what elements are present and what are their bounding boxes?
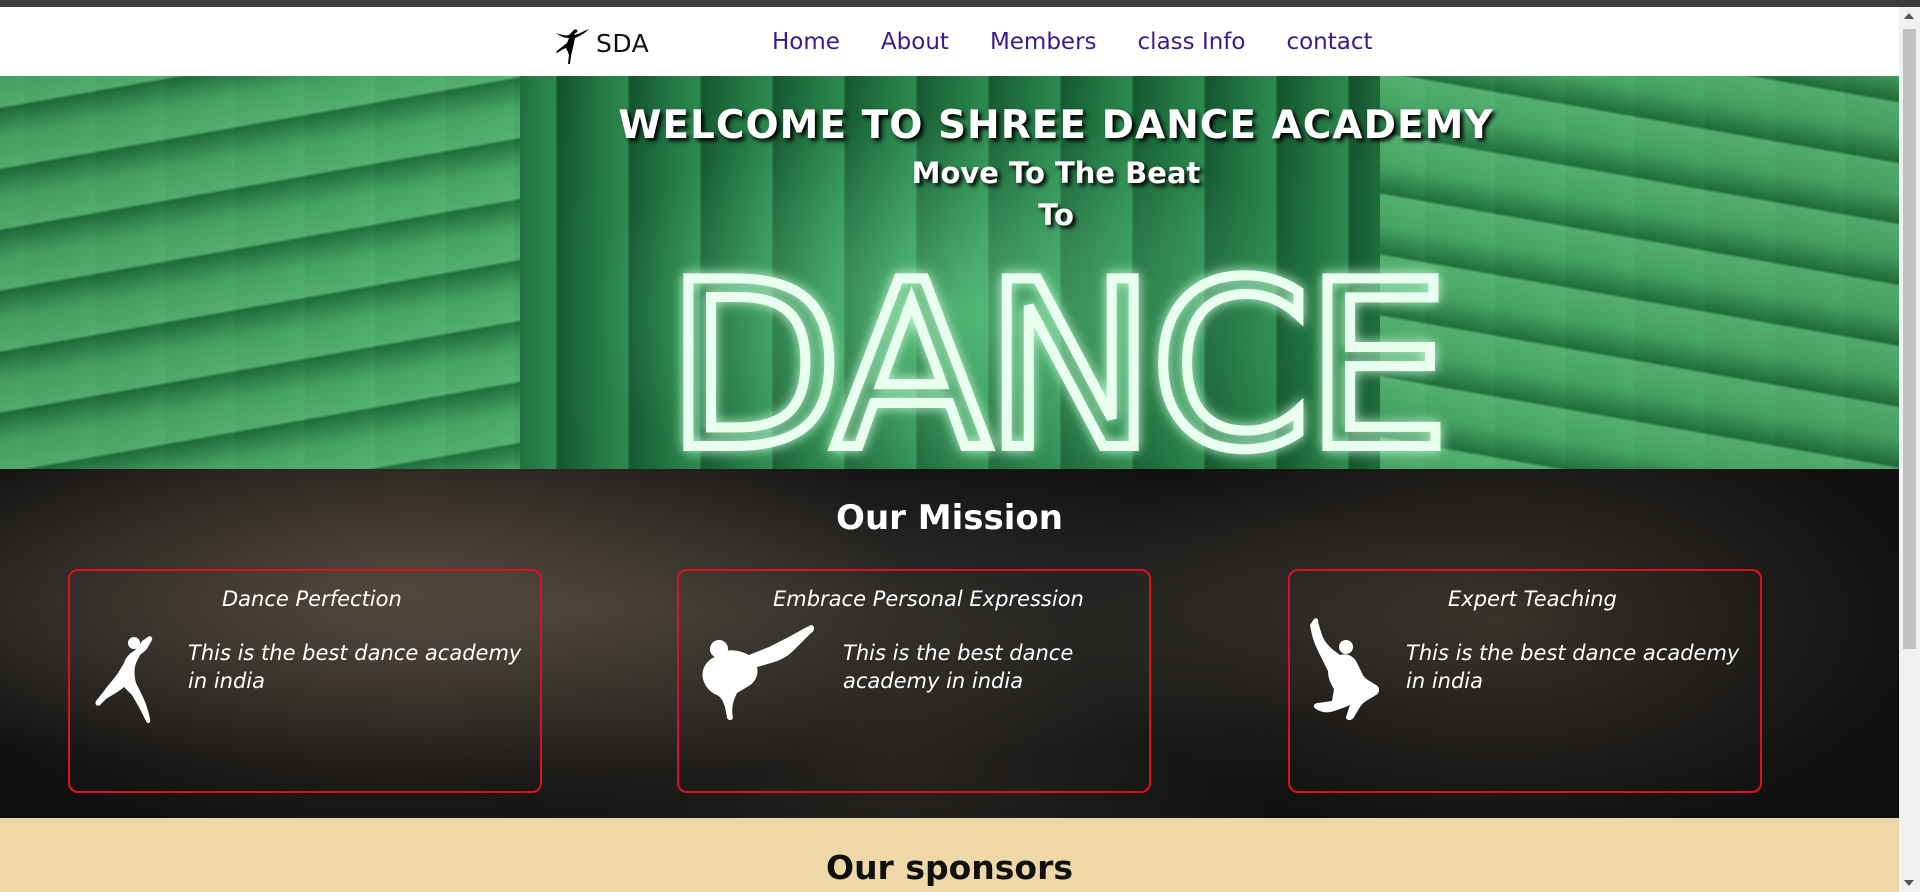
card-text: This is the best dance academy in india — [1406, 641, 1740, 693]
logo[interactable]: SDA — [548, 21, 649, 65]
mission-section: Our Mission Dance Perfection This is the… — [0, 469, 1899, 818]
card-title: Expert Teaching — [1448, 587, 1617, 611]
mission-card-embrace-expression: Embrace Personal Expression This is the … — [677, 569, 1151, 793]
hero-subtitle: Move To The Beat — [911, 156, 1201, 190]
mission-card-expert-teaching: Expert Teaching This is the best dance a… — [1288, 569, 1762, 793]
logo-text: SDA — [596, 28, 650, 58]
nav-link-class-info[interactable]: class Info — [1138, 29, 1246, 55]
nav-link-members[interactable]: Members — [990, 29, 1097, 55]
page-scrollbar[interactable] — [1899, 7, 1920, 892]
scrollbar-thumb[interactable] — [1903, 29, 1916, 649]
mission-title: Our Mission — [836, 498, 1063, 538]
card-text: This is the best dance academy in india — [188, 641, 522, 693]
hero-banner: WELCOME TO SHREE DANCE ACADEMY Move To T… — [0, 76, 1899, 469]
scroll-up-arrow-icon[interactable] — [1904, 13, 1914, 19]
card-title: Embrace Personal Expression — [773, 587, 1084, 611]
sponsors-title: Our sponsors — [826, 848, 1073, 887]
mission-card-dance-perfection: Dance Perfection This is the best dance … — [68, 569, 542, 793]
dancer-jump-icon — [1310, 618, 1379, 720]
sponsors-section: Our sponsors — [0, 818, 1899, 892]
breakdancer-icon — [702, 625, 814, 720]
ballerina-icon — [556, 29, 589, 64]
card-title: Dance Perfection — [222, 587, 402, 611]
nav-links: Home About Members class Info contact — [772, 29, 1414, 55]
scroll-down-arrow-icon[interactable] — [1904, 880, 1914, 886]
hero-to-text: To — [1038, 198, 1074, 232]
nav-link-home[interactable]: Home — [772, 29, 840, 55]
browser-top-strip — [0, 0, 1920, 7]
nav-link-contact[interactable]: contact — [1286, 29, 1372, 55]
dancer-flip-icon — [95, 636, 153, 724]
neon-dance-sign: DANCE — [661, 246, 1455, 466]
card-text: This is the best dance academy in india — [843, 641, 1074, 693]
navbar: SDA Home About Members class Info contac… — [0, 7, 1899, 76]
neon-dance-text: DANCE — [666, 246, 1444, 466]
nav-link-about[interactable]: About — [881, 29, 949, 55]
hero-title: WELCOME TO SHREE DANCE ACADEMY — [618, 103, 1494, 148]
